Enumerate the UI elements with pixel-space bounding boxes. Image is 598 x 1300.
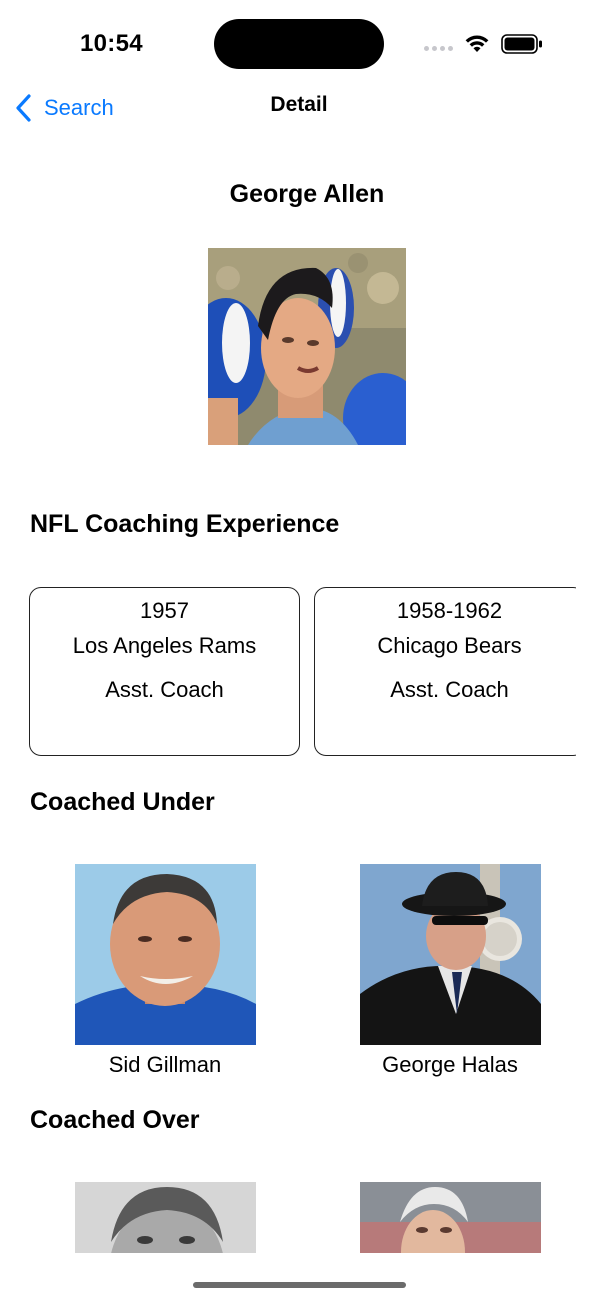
experience-carousel[interactable]: 1957 Los Angeles Rams Asst. Coach 1958-1… [0,570,576,770]
experience-years: 1957 [140,598,189,623]
dynamic-island [214,19,384,69]
coach-photo-george-halas[interactable] [360,864,541,1045]
person-photo [208,248,406,445]
experience-card[interactable]: 1958-1962 Chicago Bears Asst. Coach [314,587,576,756]
wifi-icon [465,35,489,52]
coach-name: Sid Gillman [108,1052,222,1077]
section-title-coached-over: Coached Over [30,1106,200,1134]
experience-card[interactable]: 1957 Los Angeles Rams Asst. Coach [29,587,300,756]
section-title-coached-under: Coached Under [30,788,215,816]
experience-team: Los Angeles Rams [72,633,257,658]
status-bar: 10:54 [0,0,598,90]
experience-role: Asst. Coach [105,677,224,702]
section-title-experience: NFL Coaching Experience [30,510,340,538]
coach-photo-coached-over-2[interactable] [360,1182,541,1253]
experience-role: Asst. Coach [390,677,509,702]
battery-icon [501,34,542,54]
coach-photo-sid-gillman[interactable] [75,864,256,1045]
home-indicator[interactable] [193,1282,406,1288]
experience-team: Chicago Bears [377,633,522,658]
experience-years: 1958-1962 [396,598,503,623]
cellular-signal-icon [424,46,453,51]
person-name: George Allen [229,180,385,208]
coach-photo-coached-over-1[interactable] [75,1182,256,1253]
status-time: 10:54 [80,30,143,57]
nav-title: Detail [270,93,328,116]
coach-name: George Halas [382,1052,518,1077]
coached-over-list [0,1182,598,1253]
